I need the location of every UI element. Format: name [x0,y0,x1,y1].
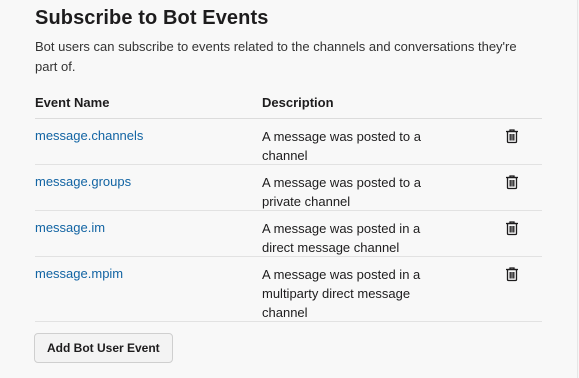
section-title: Subscribe to Bot Events [35,7,269,29]
table-row: message.groups A message was posted to a… [35,165,542,211]
event-description: A message was posted in a multiparty dir… [262,267,421,320]
trash-icon[interactable] [505,220,519,236]
table-row: message.channels A message was posted to… [35,119,542,165]
event-description: A message was posted to a private channe… [262,175,421,209]
event-description: A message was posted to a channel [262,129,421,163]
table-row: message.im A message was posted in a dir… [35,211,542,257]
add-bot-user-event-button[interactable]: Add Bot User Event [34,333,173,363]
event-name-link[interactable]: message.im [35,220,105,235]
events-table: Event Name Description message.channels … [35,92,542,322]
header-event-name: Event Name [35,95,110,110]
table-row: message.mpim A message was posted in a m… [35,257,542,322]
table-header: Event Name Description [35,92,542,119]
event-name-link[interactable]: message.groups [35,174,131,189]
section-description: Bot users can subscribe to events relate… [35,39,517,74]
trash-icon[interactable] [505,266,519,282]
event-name-link[interactable]: message.channels [35,128,143,143]
bot-events-panel: Subscribe to Bot Events Bot users can su… [0,0,578,378]
trash-icon[interactable] [505,174,519,190]
event-description: A message was posted in a direct message… [262,221,421,255]
event-name-link[interactable]: message.mpim [35,266,123,281]
header-description: Description [262,95,334,110]
trash-icon[interactable] [505,128,519,144]
